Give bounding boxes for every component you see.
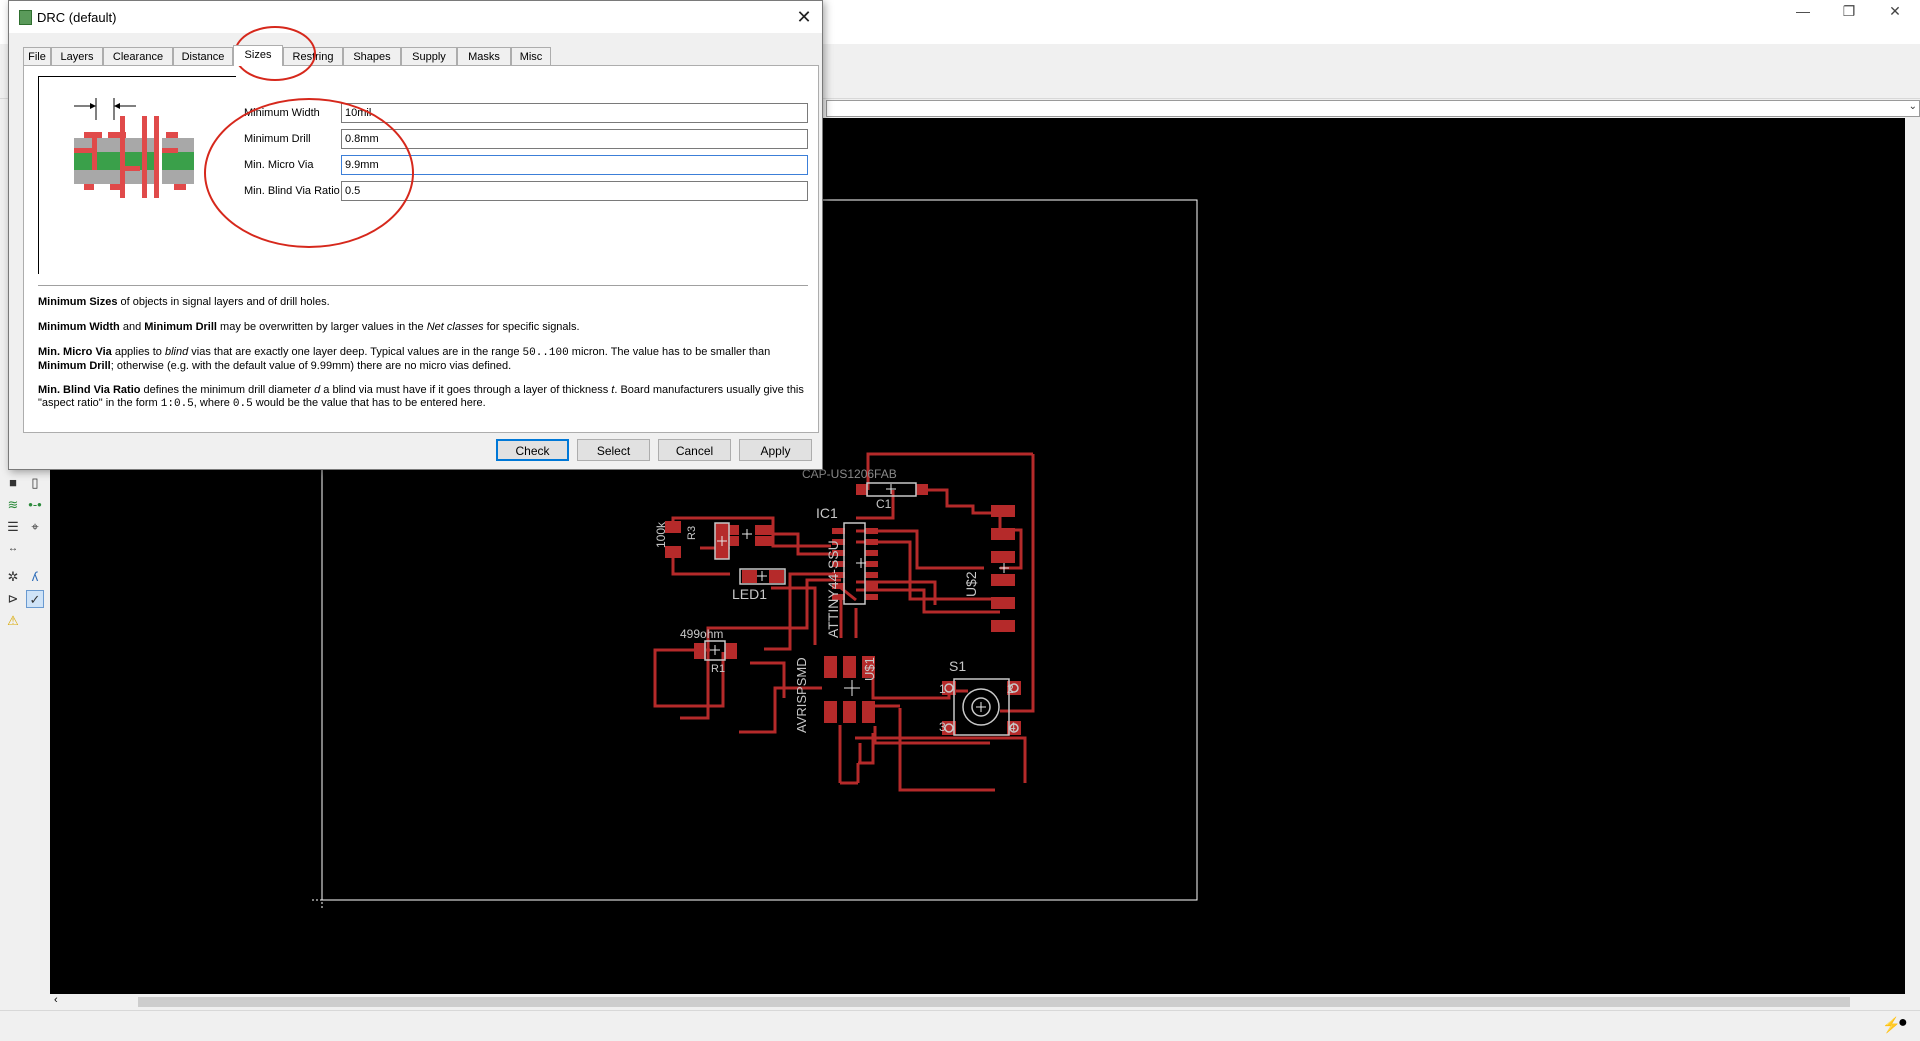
- sizes-illustration: [74, 98, 194, 198]
- label-u2: U$2: [963, 571, 979, 597]
- drc-close-icon[interactable]: ✕: [791, 5, 817, 29]
- horizontal-scrollbar-thumb[interactable]: [138, 997, 1850, 1007]
- chevron-down-icon[interactable]: ⌄: [1909, 101, 1917, 112]
- min-drill-label: Minimum Drill: [244, 133, 311, 145]
- label-ic1: IC1: [816, 505, 838, 521]
- label-r3: R3: [686, 526, 698, 540]
- label-s1-p3: 3: [939, 720, 946, 734]
- label-u1: U$1: [862, 657, 877, 681]
- chevron-left-icon[interactable]: ‹: [54, 994, 58, 1006]
- ratsnest-icon[interactable]: ✲: [4, 568, 22, 586]
- check-button[interactable]: Check: [496, 439, 569, 461]
- tab-distance[interactable]: Distance: [173, 47, 233, 65]
- warning-icon[interactable]: ⚠: [4, 612, 22, 630]
- label-isp: AVRISPSMD: [794, 657, 809, 733]
- drc-titlebar: DRC (default) ✕: [9, 1, 822, 33]
- tab-supply[interactable]: Supply: [401, 47, 457, 65]
- tab-restring[interactable]: Restring: [283, 47, 343, 65]
- page-icon[interactable]: ▯: [26, 474, 44, 492]
- tab-shapes[interactable]: Shapes: [343, 47, 401, 65]
- label-led1: LED1: [732, 586, 767, 602]
- tab-layers[interactable]: Layers: [51, 47, 103, 65]
- group-icon[interactable]: ■: [4, 474, 22, 492]
- route-icon[interactable]: ⊳: [4, 590, 22, 608]
- layers-icon[interactable]: ≋: [4, 496, 22, 514]
- min-width-input[interactable]: [341, 103, 808, 123]
- tab-clearance[interactable]: Clearance: [103, 47, 173, 65]
- cancel-button[interactable]: Cancel: [658, 439, 731, 461]
- min-blind-ratio-label: Min. Blind Via Ratio: [244, 185, 340, 197]
- dimension-icon[interactable]: ↔: [4, 540, 22, 558]
- tab-misc[interactable]: Misc: [511, 47, 551, 65]
- label-s1: S1: [949, 658, 966, 674]
- select-button[interactable]: Select: [577, 439, 650, 461]
- label-c1: C1: [876, 497, 892, 511]
- label-r1: R1: [711, 663, 725, 675]
- min-micro-via-label: Min. Micro Via: [244, 159, 314, 171]
- status-bar: ⚡ ●: [0, 1010, 1920, 1041]
- label-ic1-value: ATTINY44-SSU: [825, 540, 841, 638]
- drc-dialog: DRC (default) ✕ File Layers Clearance Di…: [8, 0, 823, 470]
- apply-button[interactable]: Apply: [739, 439, 812, 461]
- tab-sizes[interactable]: Sizes: [233, 45, 283, 66]
- horizontal-scrollbar[interactable]: ‹: [50, 994, 1905, 1010]
- connect-icon[interactable]: •-•: [26, 496, 44, 514]
- pads: [665, 484, 1021, 735]
- window-close-icon[interactable]: ✕: [1872, 0, 1918, 22]
- label-s1-p1: 1: [939, 682, 946, 696]
- help-paragraph-2: Minimum Width and Minimum Drill may be o…: [38, 321, 580, 333]
- help-paragraph-3: Min. Micro Via applies to blind vias tha…: [38, 346, 771, 372]
- vertical-scrollbar[interactable]: [1905, 118, 1920, 994]
- label-s1-p2: 2: [1007, 682, 1014, 696]
- label-r1-value: 499ohm: [680, 627, 723, 641]
- min-micro-via-input[interactable]: [341, 155, 808, 175]
- restore-icon[interactable]: ❐: [1826, 0, 1872, 22]
- isp-pads: [824, 701, 875, 723]
- min-width-label: Minimum Width: [244, 107, 320, 119]
- sizes-tab-page: Minimum Width Minimum Drill Min. Micro V…: [23, 65, 819, 433]
- drc-icon[interactable]: ✓: [26, 590, 44, 608]
- autorouter-icon[interactable]: ʎ: [26, 568, 44, 586]
- min-drill-input[interactable]: [341, 129, 808, 149]
- label-s1-p4: 4: [1009, 720, 1016, 734]
- stop-icon[interactable]: ●: [1898, 1014, 1908, 1032]
- label-r3-value: 100k: [654, 521, 668, 548]
- tab-masks[interactable]: Masks: [457, 47, 511, 65]
- help-paragraph-4: Min. Blind Via Ratio defines the minimum…: [38, 384, 804, 410]
- help-separator: [38, 285, 808, 286]
- tab-file[interactable]: File: [23, 47, 51, 65]
- drc-title: DRC (default): [37, 10, 117, 25]
- help-paragraph-1: Minimum Sizes of objects in signal layer…: [38, 296, 330, 308]
- stack-icon[interactable]: ☰: [4, 518, 22, 536]
- silkscreen: [704, 482, 1019, 736]
- split-icon[interactable]: ⌖: [26, 518, 44, 536]
- traces: [653, 452, 1035, 792]
- drc-app-icon: [19, 10, 32, 25]
- min-blind-ratio-input[interactable]: [341, 181, 808, 201]
- minimize-icon[interactable]: —: [1780, 0, 1826, 22]
- command-line-input[interactable]: ⌄: [826, 100, 1920, 117]
